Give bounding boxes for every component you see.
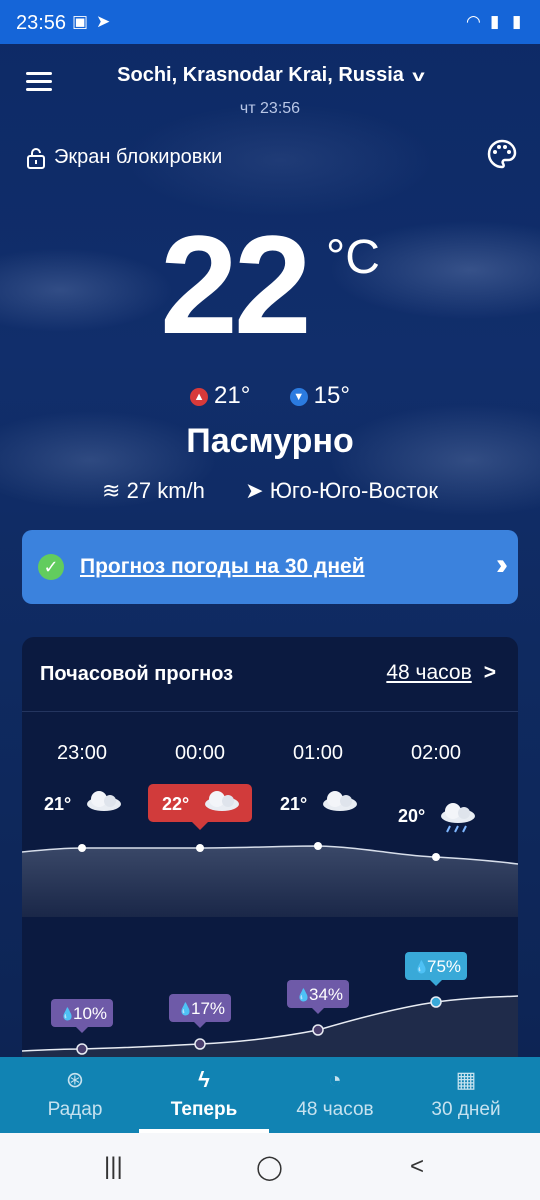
temperature-point <box>432 853 440 861</box>
status-bar: 23:56 ▣ ➤ ◠ ▮ ▮ <box>0 0 540 44</box>
current-hour-pointer <box>192 822 208 830</box>
hourly-chart[interactable]: 23:0021°💧10%00:0022°💧17%01:0021°💧34%02:0… <box>22 712 518 1057</box>
badge-pointer <box>76 1027 88 1033</box>
chevron-right-icon: > <box>483 661 496 684</box>
location-name: Sochi, Krasnodar Krai, Russia <box>117 64 404 86</box>
precipitation-value: 17% <box>191 999 225 1018</box>
hourly-title: Почасовой прогноз <box>40 663 234 685</box>
lock-screen-button[interactable]: Экран блокировки <box>26 146 222 169</box>
home-icon[interactable]: ◯ <box>256 1153 283 1182</box>
local-time: чт 23:56 <box>239 100 301 117</box>
temperature-point <box>314 842 322 850</box>
wind-direction: Юго-Юго-Восток <box>269 478 438 503</box>
cloud-puff <box>458 807 470 819</box>
nav-label: 48 часов <box>296 1099 374 1120</box>
cloud-puff <box>104 795 116 807</box>
check-icon: ✓ <box>38 554 64 580</box>
precipitation-value: 75% <box>427 957 461 976</box>
battery-icon: ▮ <box>512 12 522 31</box>
low-temp: 15° <box>313 382 350 409</box>
location-selector[interactable]: Sochi, Krasnodar Krai, Russia v <box>0 64 540 87</box>
precipitation-point <box>194 1038 206 1050</box>
temperature-area <box>22 846 518 917</box>
hour-temperature: 21° <box>280 794 307 814</box>
hour-time: 00:00 <box>175 742 225 764</box>
precipitation-value: 34% <box>309 985 343 1004</box>
calendar-icon: ▦ <box>455 1067 477 1092</box>
cloud-puff <box>222 795 234 807</box>
hourly-more-label: 48 часов <box>386 661 472 684</box>
cloud-puff <box>340 795 352 807</box>
banner-link[interactable]: Прогноз погоды на 30 дней <box>80 555 365 579</box>
badge-pointer <box>312 1008 324 1014</box>
hour-time: 01:00 <box>293 742 343 764</box>
high-low: ▲ 21° ▼ 15° <box>0 382 540 410</box>
nav-label: Теперь <box>170 1099 238 1120</box>
bottom-nav: ⊛ Радар ϟ Теперь ◔ 48 часов ▦ 30 дней <box>0 1057 540 1133</box>
rain-drops <box>446 825 467 833</box>
signal-icon: ▮ <box>490 12 500 31</box>
wind-icon: ≋ <box>102 478 121 503</box>
chevron-down-icon: v <box>412 68 425 85</box>
arrow-up-icon: ▲ <box>190 387 209 406</box>
temperature-point <box>78 844 86 852</box>
hour-temperature: 21° <box>44 794 71 814</box>
double-chevron-right-icon: ›› <box>496 548 508 581</box>
nav-30-days[interactable]: ▦ 30 дней <box>401 1057 531 1133</box>
navigation-arrow-icon: ➤ <box>245 478 264 503</box>
lock-icon <box>27 147 45 169</box>
palette-icon[interactable] <box>486 138 518 170</box>
nav-radar[interactable]: ⊛ Радар <box>10 1057 140 1133</box>
back-icon[interactable]: < <box>410 1153 424 1181</box>
nav-label: Радар <box>47 1099 103 1120</box>
radar-icon: ⊛ <box>65 1067 85 1092</box>
weather-condition: Пасмурно <box>186 422 354 460</box>
precipitation-point <box>312 1024 324 1036</box>
clock-icon: ◔ <box>328 1067 342 1092</box>
system-nav-bar: ||| ◯ < <box>0 1133 540 1200</box>
gallery-icon: ▣ <box>72 12 89 31</box>
precipitation-point <box>76 1043 88 1055</box>
hour-time: 02:00 <box>411 742 461 764</box>
badge-pointer <box>430 980 442 986</box>
arrow-down-icon: ▼ <box>289 387 308 406</box>
precipitation-value: 10% <box>73 1004 107 1023</box>
hourly-more-link[interactable]: 48 часов > <box>386 661 496 685</box>
wind-info: ≋ 27 km/h ➤ Юго-Юго-Восток <box>0 478 540 504</box>
nav-now[interactable]: ϟ Теперь <box>139 1057 269 1133</box>
nav-label: 30 дней <box>431 1099 501 1120</box>
high-temp: 21° <box>214 382 251 409</box>
temperature-unit: °C <box>326 231 380 284</box>
badge-pointer <box>194 1022 206 1028</box>
forecast-30-days-banner[interactable]: ✓ Прогноз погоды на 30 дней ›› <box>22 530 518 604</box>
recent-apps-icon[interactable]: ||| <box>104 1153 123 1181</box>
wind-speed: 27 km/h <box>126 478 205 503</box>
hourly-forecast-card: Почасовой прогноз 48 часов > 23:00 21° 💧 10%… <box>22 637 518 1057</box>
hour-temperature: 22° <box>162 794 189 814</box>
current-temperature: 22 <box>160 206 312 363</box>
status-time: 23:56 <box>16 12 67 34</box>
wifi-icon: ◠ <box>466 12 481 31</box>
lock-screen-label: Экран блокировки <box>54 146 223 168</box>
telegram-icon: ➤ <box>96 12 111 31</box>
hour-time: 23:00 <box>57 742 107 764</box>
temperature-point <box>196 844 204 852</box>
lightning-icon: ϟ <box>198 1067 210 1092</box>
nav-48-hours[interactable]: ◔ 48 часов <box>270 1057 400 1133</box>
hour-temperature: 20° <box>398 806 425 826</box>
precipitation-point <box>430 996 442 1008</box>
